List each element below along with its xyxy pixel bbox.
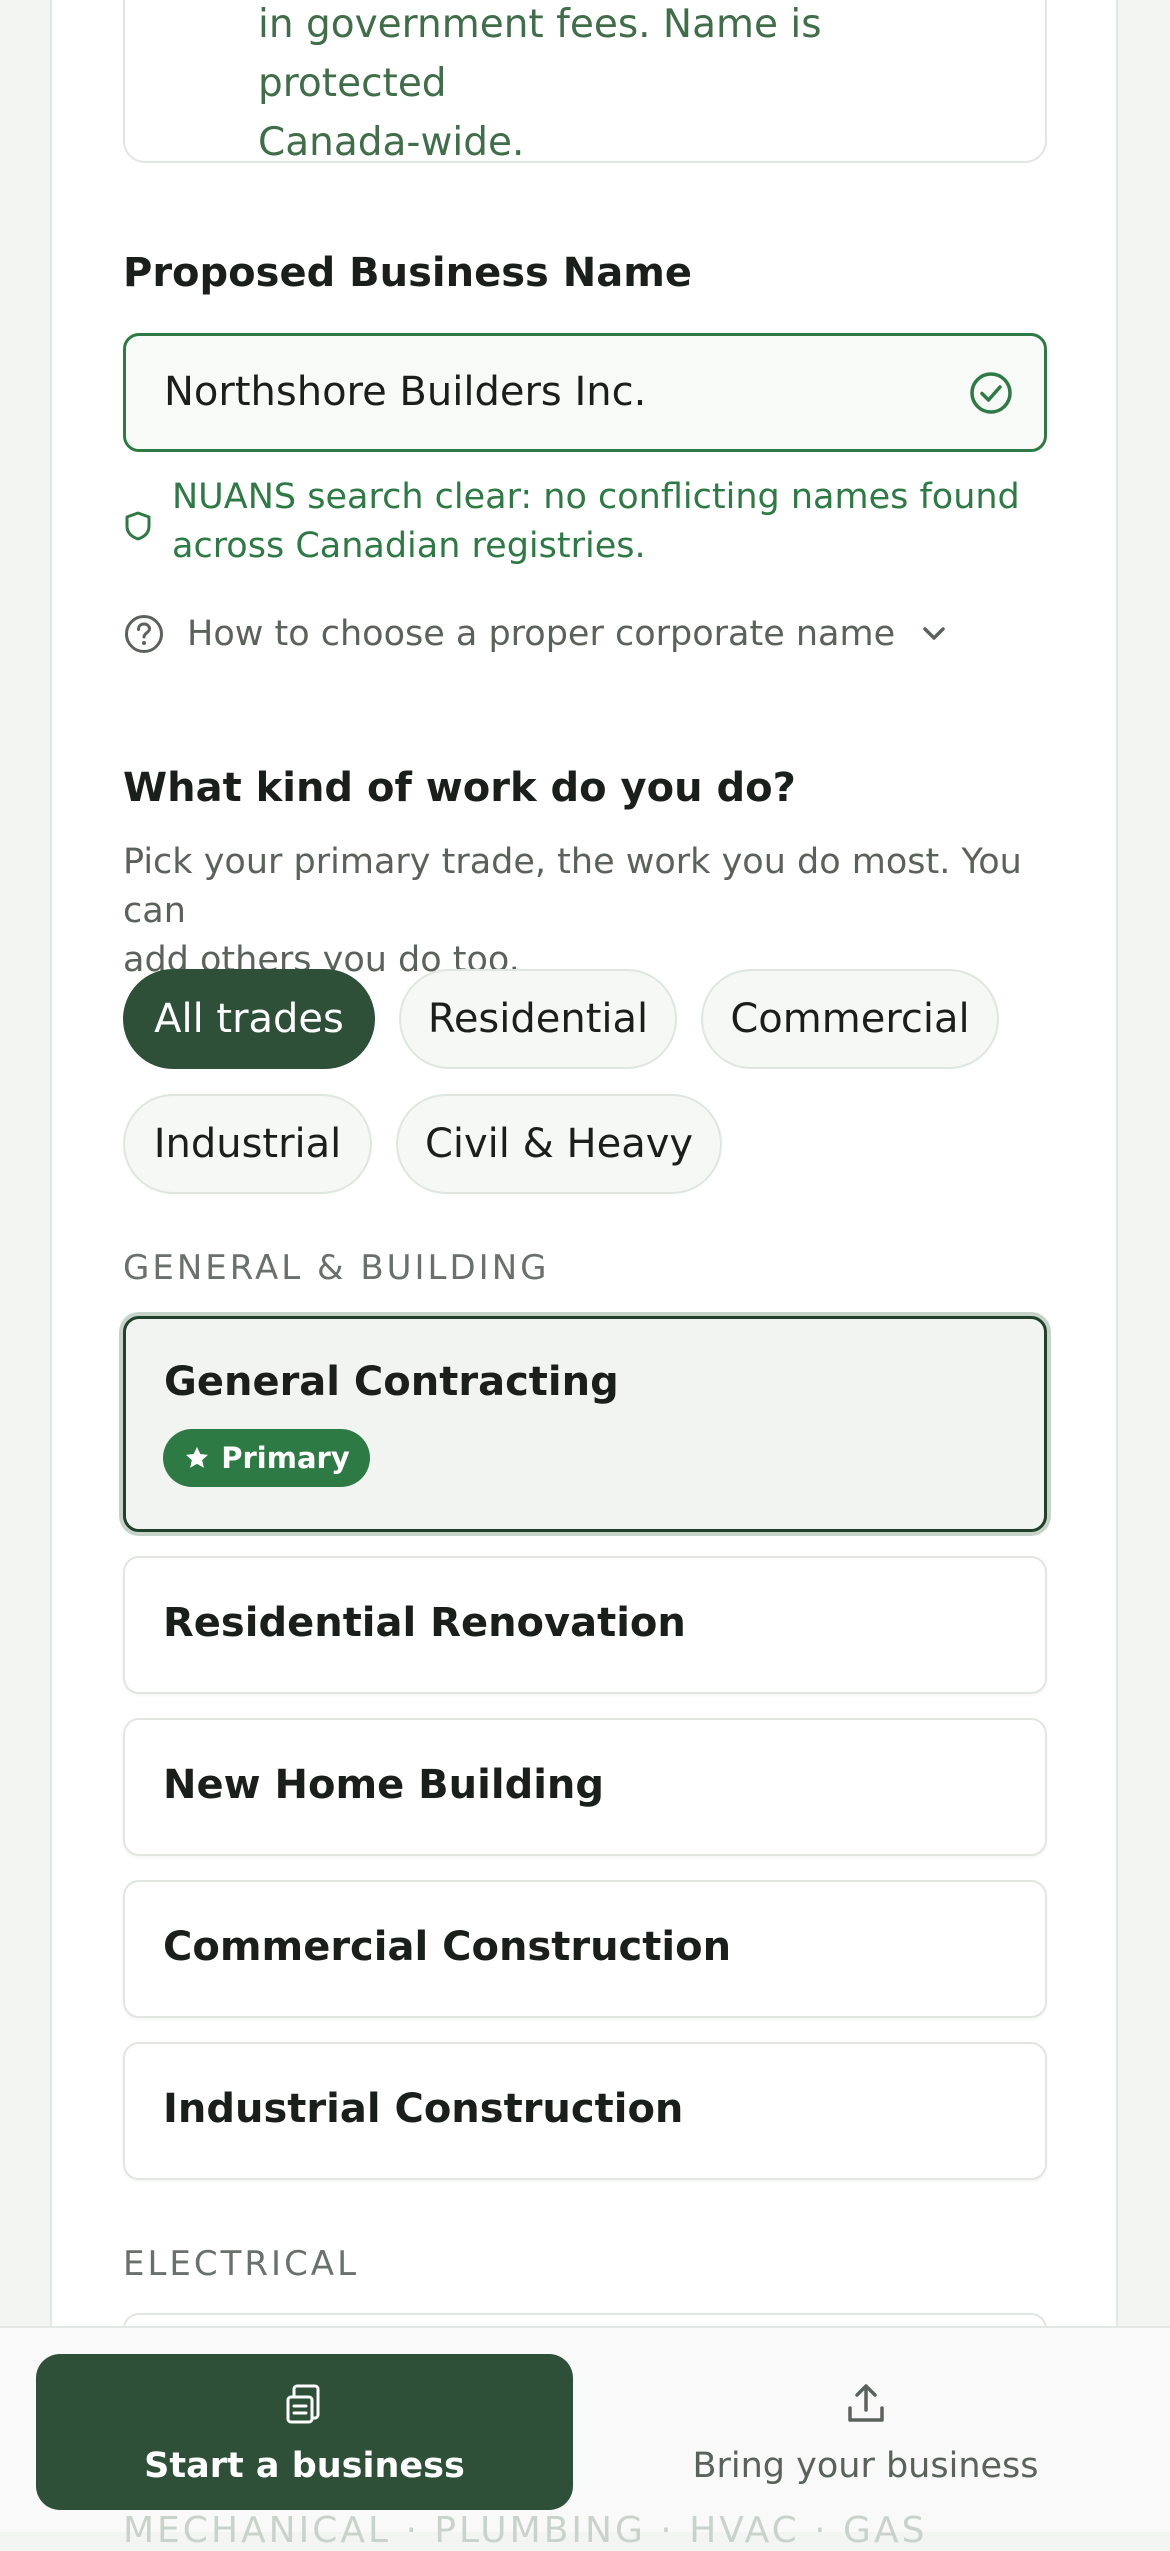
corporate-name-help-label: How to choose a proper corporate name: [187, 614, 896, 654]
trade-section-title: What kind of work do you do?: [123, 765, 796, 811]
trade-subtitle-line-1: Pick your primary trade, the work you do…: [123, 842, 1022, 931]
trade-name: New Home Building: [163, 1762, 605, 1808]
business-name-value[interactable]: Northshore Builders Inc.: [164, 336, 646, 449]
group-label-general-building: GENERAL & BUILDING: [123, 1248, 550, 1288]
filter-chip-civil-heavy[interactable]: Civil & Heavy: [396, 1094, 722, 1194]
upload-icon: [847, 2384, 884, 2422]
business-name-input[interactable]: Northshore Builders Inc.: [123, 333, 1047, 452]
filter-chip-industrial[interactable]: Industrial: [123, 1094, 372, 1194]
filter-chip-all-trades[interactable]: All trades: [123, 969, 375, 1069]
star-icon: [186, 1446, 209, 1468]
next-group-hint: MECHANICAL · PLUMBING · HVAC · GAS: [123, 2510, 928, 2551]
chevron-down-icon: [923, 627, 945, 640]
nuans-status-message: NUANS search clear: no conflicting names…: [172, 473, 1032, 571]
start-business-label: Start a business: [144, 2446, 465, 2486]
fee-info-text: in government fees. Name is protected Ca…: [258, 0, 1018, 172]
trade-card-general-contracting[interactable]: General Contracting Primary: [123, 1316, 1047, 1532]
start-business-button[interactable]: Start a business: [36, 2354, 573, 2510]
trade-card-residential-renovation[interactable]: Residential Renovation: [123, 1556, 1047, 1694]
trade-name: General Contracting: [164, 1359, 619, 1405]
trade-card-industrial-construction[interactable]: Industrial Construction: [123, 2042, 1047, 2180]
document-icon: [286, 2384, 319, 2424]
trade-name: Commercial Construction: [163, 1924, 732, 1970]
trade-card-commercial-construction[interactable]: Commercial Construction: [123, 1880, 1047, 2018]
question-circle-icon: [125, 615, 163, 653]
corporate-name-help-toggle[interactable]: How to choose a proper corporate name: [123, 610, 949, 658]
nuans-line-1: NUANS search clear: no conflicting names…: [172, 477, 1020, 517]
fee-info-line-2: Canada-wide.: [258, 120, 525, 165]
business-name-label: Proposed Business Name: [123, 250, 693, 296]
primary-badge: Primary: [163, 1429, 370, 1487]
primary-badge-label: Primary: [221, 1441, 350, 1475]
trade-section-subtitle: Pick your primary trade, the work you do…: [123, 838, 1053, 985]
filter-chip-commercial[interactable]: Commercial: [701, 969, 999, 1069]
check-circle-icon: [970, 372, 1012, 414]
trade-name: Industrial Construction: [163, 2086, 684, 2132]
nuans-line-2: across Canadian registries.: [172, 526, 646, 566]
trade-card-new-home-building[interactable]: New Home Building: [123, 1718, 1047, 1856]
group-label-electrical: ELECTRICAL: [123, 2244, 360, 2284]
shield-icon: [125, 511, 151, 541]
fee-info-line-1: in government fees. Name is protected: [258, 2, 822, 106]
trade-name: Residential Renovation: [163, 1600, 686, 1646]
filter-chip-residential[interactable]: Residential: [399, 969, 677, 1069]
bottom-navigation: Start a business Bring your business: [0, 2326, 1170, 2532]
bring-business-button[interactable]: Bring your business: [597, 2354, 1134, 2510]
bring-business-label: Bring your business: [692, 2446, 1039, 2486]
